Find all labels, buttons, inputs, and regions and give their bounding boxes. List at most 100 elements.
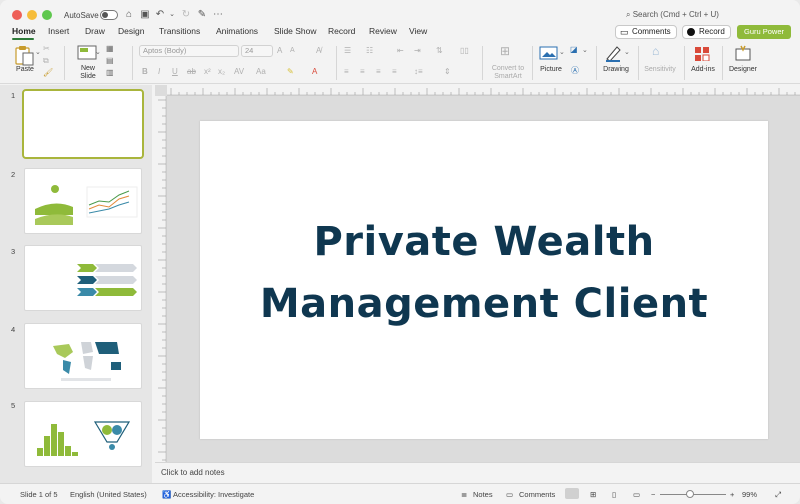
tab-insert[interactable]: Insert — [48, 26, 69, 36]
guru-power-button[interactable]: Guru Power — [737, 25, 791, 39]
autosave-toggle[interactable] — [100, 10, 118, 20]
slide-thumbnail-5[interactable] — [24, 401, 142, 467]
subscript-icon[interactable]: x₂ — [218, 67, 225, 76]
font-color-icon[interactable]: A — [312, 67, 317, 76]
format-painter-icon[interactable]: 🖌 — [43, 68, 53, 77]
reset-icon[interactable]: ▤ — [106, 56, 114, 65]
zoom-in-icon[interactable]: + — [730, 490, 734, 499]
tab-design[interactable]: Design — [118, 26, 144, 36]
accessibility-status[interactable]: Accessibility: Investigate — [173, 490, 254, 499]
drawing-dropdown-icon[interactable]: ⌄ — [624, 48, 630, 56]
tab-draw[interactable]: Draw — [85, 26, 105, 36]
align-text-icon[interactable]: ⇕ — [444, 67, 451, 76]
comments-toggle[interactable]: Comments — [519, 490, 555, 499]
notes-icon[interactable]: ≣ — [461, 490, 467, 499]
new-slide-dropdown-icon[interactable]: ⌄ — [95, 48, 101, 56]
comments-button[interactable]: ▭ Comments — [615, 25, 677, 39]
increase-font-icon[interactable]: A — [277, 46, 282, 55]
notes-pane[interactable]: Click to add notes — [155, 462, 800, 483]
slide-thumbnail-4[interactable] — [24, 323, 142, 389]
zoom-level[interactable]: 99% — [742, 490, 757, 499]
reading-view-icon[interactable]: ▯ — [612, 490, 616, 499]
picture-dropdown-icon[interactable]: ⌄ — [559, 48, 565, 56]
strikethrough-icon[interactable]: ab — [187, 67, 196, 76]
clear-formatting-icon[interactable]: A̸ — [316, 46, 321, 55]
bold-icon[interactable]: B — [142, 67, 148, 76]
character-spacing-icon[interactable]: AV — [234, 67, 244, 76]
zoom-slider-knob[interactable] — [686, 490, 694, 498]
highlight-icon[interactable]: ✎ — [287, 67, 294, 76]
line-spacing-icon[interactable]: ↕≡ — [414, 67, 423, 76]
tab-home[interactable]: Home — [12, 26, 36, 36]
customize-icon[interactable]: ✎ — [196, 9, 208, 21]
slide-canvas[interactable]: Private Wealth Management Client — [200, 121, 768, 439]
sensitivity-icon[interactable]: ⌂ — [652, 44, 659, 58]
close-window-button[interactable] — [12, 10, 22, 20]
decrease-font-icon[interactable]: A — [290, 47, 295, 54]
justify-icon[interactable]: ≡ — [392, 67, 397, 76]
ribbon-tabs: Home Insert Draw Design Transitions Anim… — [0, 24, 800, 40]
tab-animations[interactable]: Animations — [216, 26, 258, 36]
copy-icon[interactable]: ⧉ — [43, 56, 49, 66]
bullets-icon[interactable]: ☰ — [344, 46, 351, 55]
italic-icon[interactable]: I — [158, 67, 160, 76]
minimize-window-button[interactable] — [27, 10, 37, 20]
search-field[interactable]: ⌕ Search (Cmd + Ctrl + U) — [626, 10, 719, 20]
align-center-icon[interactable]: ≡ — [360, 67, 365, 76]
picture-label: Picture — [540, 66, 562, 73]
tab-transitions[interactable]: Transitions — [159, 26, 200, 36]
align-left-icon[interactable]: ≡ — [344, 67, 349, 76]
cut-icon[interactable]: ✂ — [43, 44, 50, 53]
fit-to-window-icon[interactable]: ⤢ — [775, 490, 781, 500]
undo-icon[interactable]: ↶ — [154, 9, 166, 21]
addins-icon[interactable] — [693, 45, 711, 61]
decrease-indent-icon[interactable]: ⇤ — [397, 46, 404, 55]
increase-indent-icon[interactable]: ⇥ — [414, 46, 421, 55]
more-icon[interactable]: ⋯ — [212, 9, 224, 21]
thumbnail-number: 1 — [11, 91, 16, 100]
notes-toggle[interactable]: Notes — [473, 490, 493, 499]
language-indicator[interactable]: English (United States) — [70, 490, 147, 499]
shapes-icon[interactable]: ◪ — [570, 45, 578, 54]
numbering-icon[interactable]: ☷ — [366, 46, 373, 55]
layout-icon[interactable]: ▦ — [106, 44, 114, 53]
font-name-box[interactable]: Aptos (Body) — [139, 45, 239, 57]
ribbon-separator — [684, 46, 685, 80]
underline-icon[interactable]: U — [172, 67, 178, 76]
save-icon[interactable]: ▣ — [139, 9, 151, 21]
redo-icon[interactable]: ↻ — [180, 9, 192, 21]
drawing-icon[interactable] — [604, 44, 624, 62]
tab-record[interactable]: Record — [328, 26, 355, 36]
align-right-icon[interactable]: ≡ — [376, 67, 381, 76]
slide-title[interactable]: Private Wealth Management Client — [200, 211, 768, 335]
change-case-icon[interactable]: Aa — [256, 67, 266, 76]
picture-icon[interactable] — [539, 45, 559, 61]
slide-thumbnail-3[interactable] — [24, 245, 142, 311]
undo-dropdown-icon[interactable]: ⌄ — [166, 9, 178, 21]
columns-icon[interactable]: ▯▯ — [460, 46, 469, 55]
accessibility-icon[interactable]: ♿ — [162, 490, 171, 499]
slide-sorter-icon[interactable]: ⊞ — [590, 490, 596, 499]
slide-thumbnail-2[interactable] — [24, 168, 142, 234]
normal-view-icon[interactable] — [565, 488, 579, 499]
zoom-out-icon[interactable]: − — [651, 490, 655, 499]
record-button[interactable]: Record — [682, 25, 731, 39]
home-icon[interactable]: ⌂ — [123, 9, 135, 21]
section-icon[interactable]: ▥ — [106, 68, 114, 77]
shapes-dropdown-icon[interactable]: ⌄ — [582, 46, 588, 54]
designer-icon[interactable] — [733, 44, 753, 62]
font-size-box[interactable]: 24 — [241, 45, 273, 57]
zoom-window-button[interactable] — [42, 10, 52, 20]
smartart-icon[interactable]: ⊞ — [500, 44, 510, 58]
text-direction-icon[interactable]: ⇅ — [436, 46, 443, 55]
paste-icon[interactable] — [13, 44, 37, 66]
superscript-icon[interactable]: x² — [204, 67, 211, 76]
paste-dropdown-icon[interactable]: ⌄ — [35, 48, 41, 56]
tab-view[interactable]: View — [409, 26, 427, 36]
text-box-icon[interactable]: Ⓐ — [571, 65, 579, 76]
comments-icon[interactable]: ▭ — [506, 490, 513, 499]
tab-slide-show[interactable]: Slide Show — [274, 26, 317, 36]
slide-thumbnail-1[interactable] — [22, 89, 144, 159]
slide-show-icon[interactable]: ▭ — [633, 490, 640, 499]
tab-review[interactable]: Review — [369, 26, 397, 36]
